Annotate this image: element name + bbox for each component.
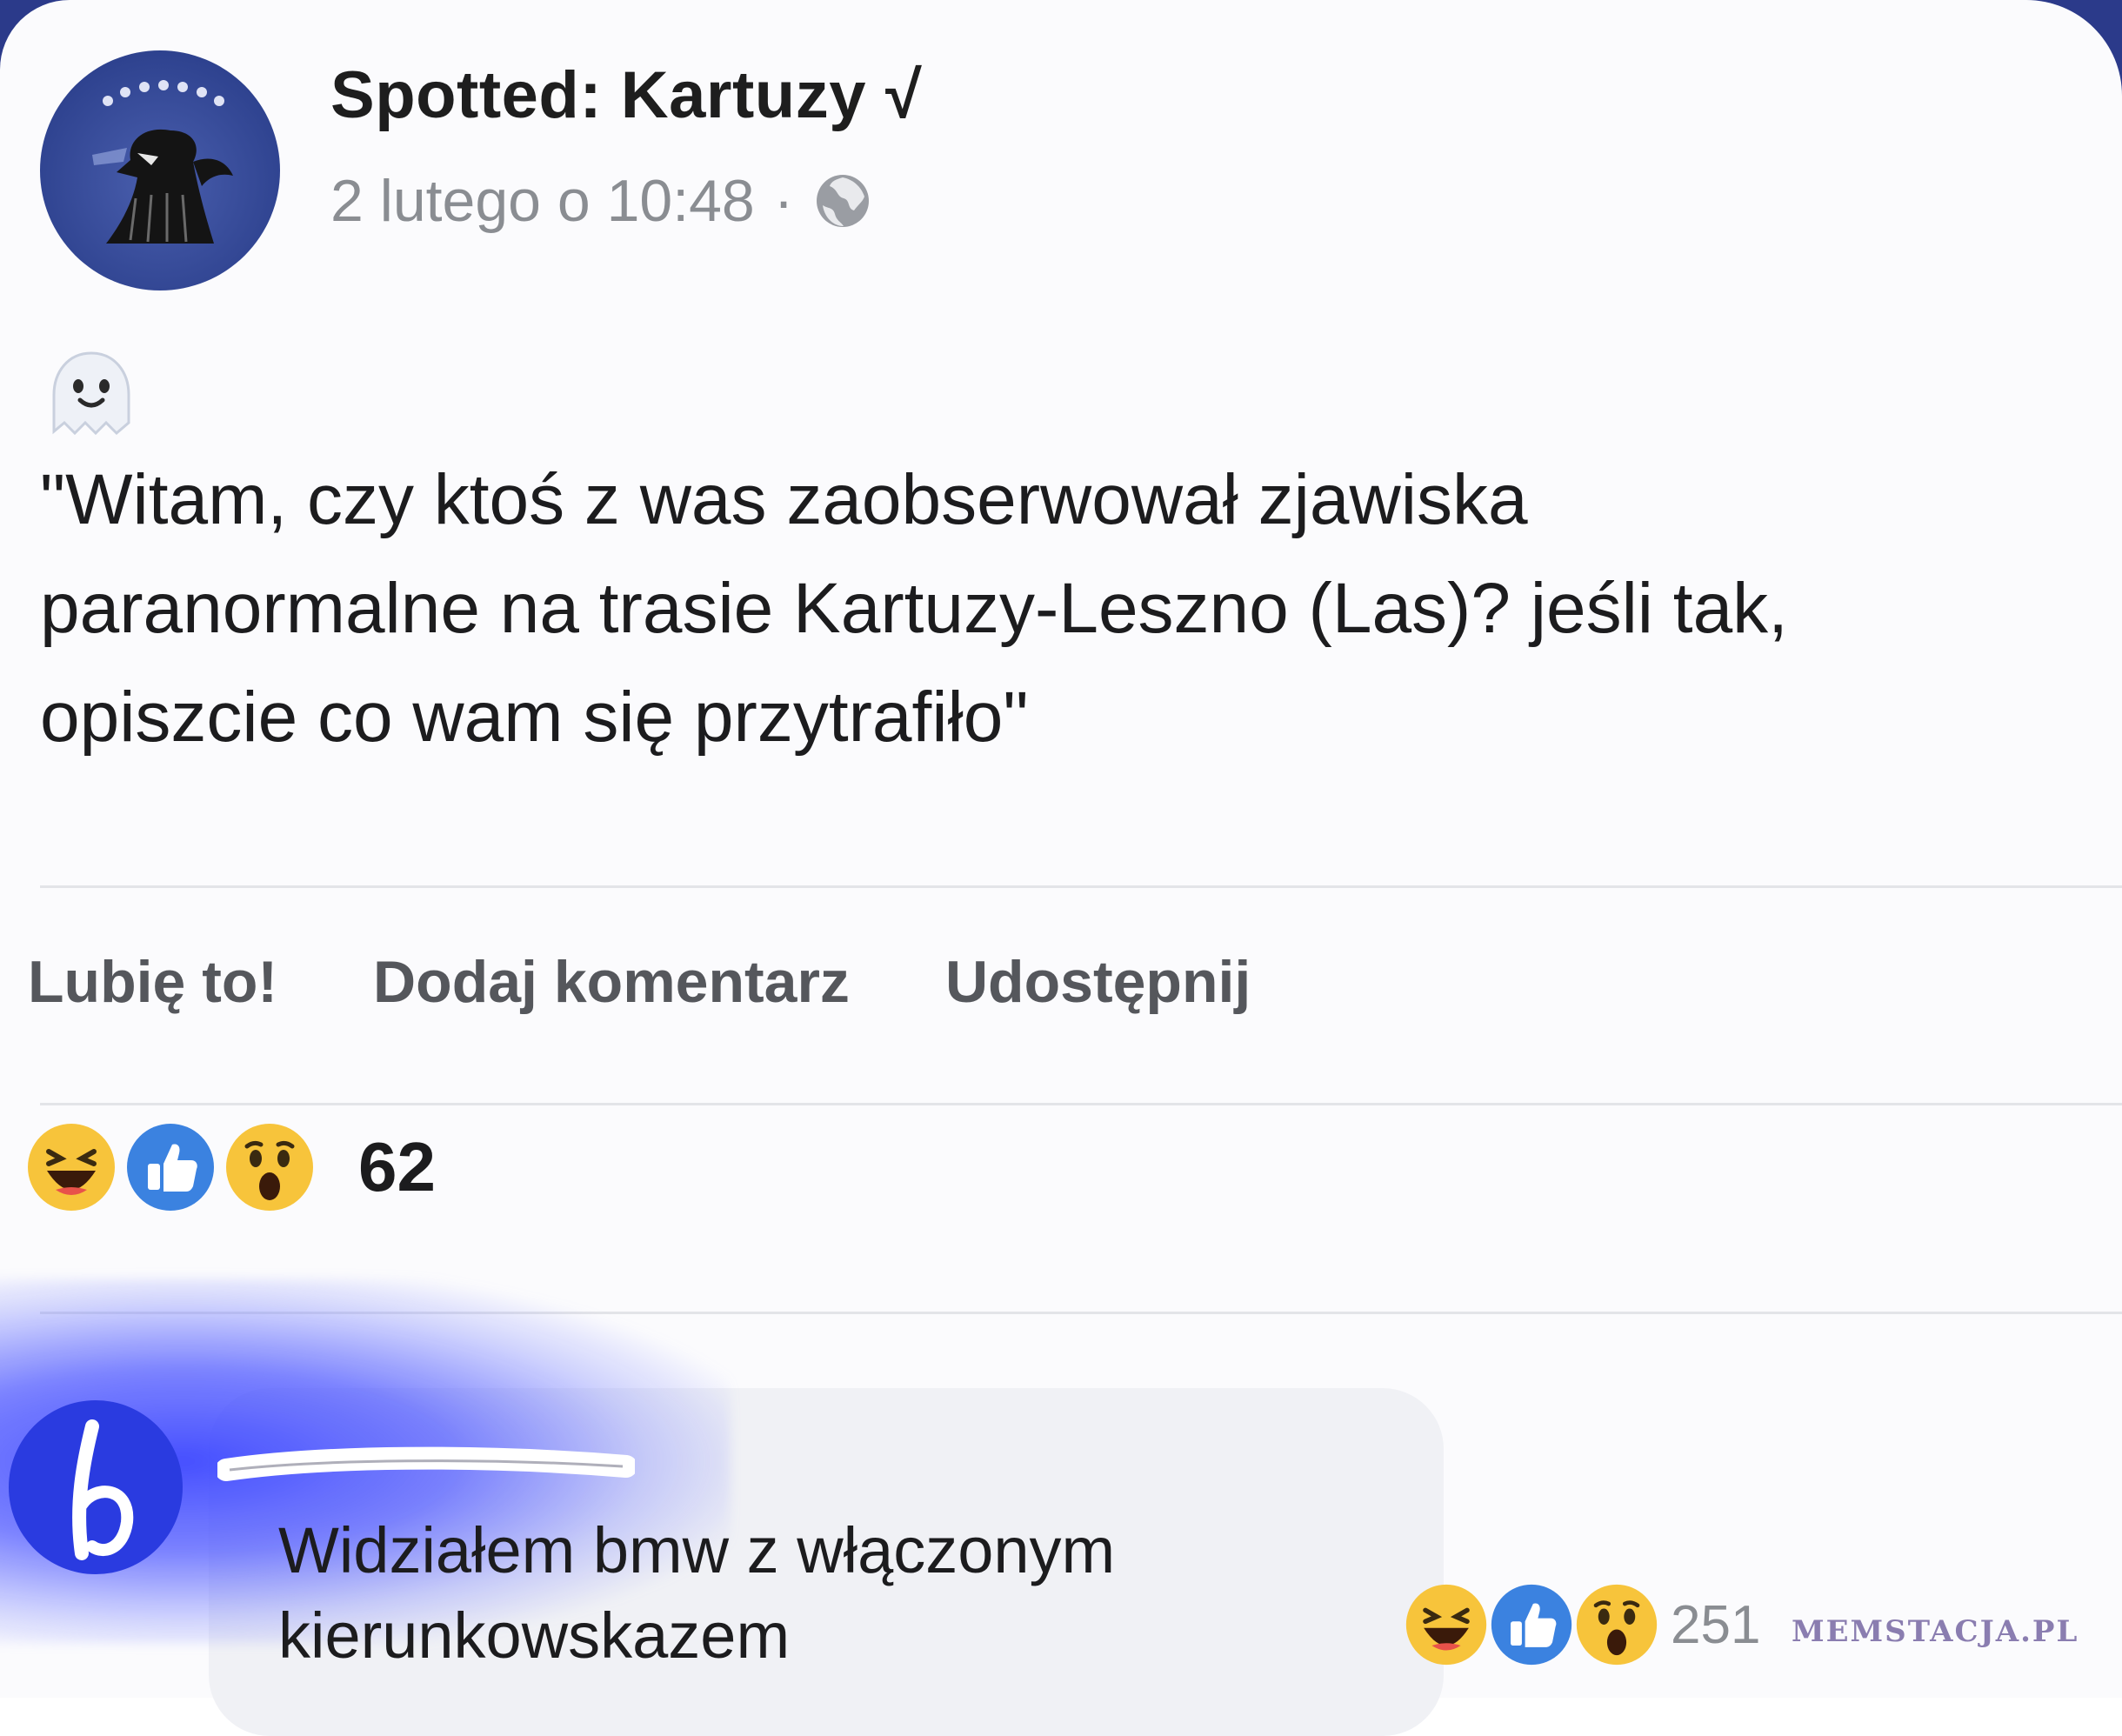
wow-icon <box>226 1124 313 1211</box>
watermark: MEMSTACJA.PL <box>1792 1614 2079 1649</box>
verified-icon: √ <box>885 58 923 132</box>
post-meta: 2 lutego o 10:48 · <box>330 167 873 235</box>
scribbled-avatar-icon <box>72 1419 134 1560</box>
post-actions: Lubię to! Dodaj komentarz Udostępnij <box>28 948 1251 1016</box>
post-text: "Witam, czy ktoś z was zaobserwował zjaw… <box>40 460 1788 757</box>
commenter-avatar[interactable] <box>9 1400 183 1574</box>
post-timestamp[interactable]: 2 lutego o 10:48 <box>330 167 755 235</box>
meta-separator: · <box>773 168 794 234</box>
like-icon <box>127 1124 214 1211</box>
haha-icon <box>1405 1584 1487 1666</box>
redacted-name-scribble <box>217 1446 635 1481</box>
ghost-emoji-icon <box>43 346 139 442</box>
divider-top <box>40 885 2122 888</box>
like-icon <box>1491 1584 1572 1666</box>
divider-middle <box>40 1103 2122 1105</box>
comment-reaction-count[interactable]: 251 <box>1671 1594 1760 1656</box>
reactions-summary[interactable]: 62 <box>26 1122 436 1212</box>
add-comment-button[interactable]: Dodaj komentarz <box>373 948 850 1016</box>
globe-icon <box>812 170 873 231</box>
comment-reactions[interactable]: 251 <box>1405 1583 1760 1666</box>
page-name-text[interactable]: Spotted: Kartuzy <box>330 58 866 132</box>
comment-text: Widziałem bmw z włączonym kierunkowskaze… <box>278 1514 1116 1672</box>
kashubian-crest-icon <box>92 80 233 244</box>
reaction-count[interactable]: 62 <box>358 1127 436 1207</box>
post-card: Spotted: Kartuzy √ 2 lutego o 10:48 · "Wi… <box>0 0 2122 1736</box>
wow-icon <box>1576 1584 1658 1666</box>
haha-icon <box>28 1124 115 1211</box>
page-avatar[interactable] <box>40 50 280 290</box>
share-button[interactable]: Udostępnij <box>945 948 1251 1016</box>
page-name[interactable]: Spotted: Kartuzy √ <box>330 57 922 133</box>
like-button[interactable]: Lubię to! <box>28 948 277 1016</box>
